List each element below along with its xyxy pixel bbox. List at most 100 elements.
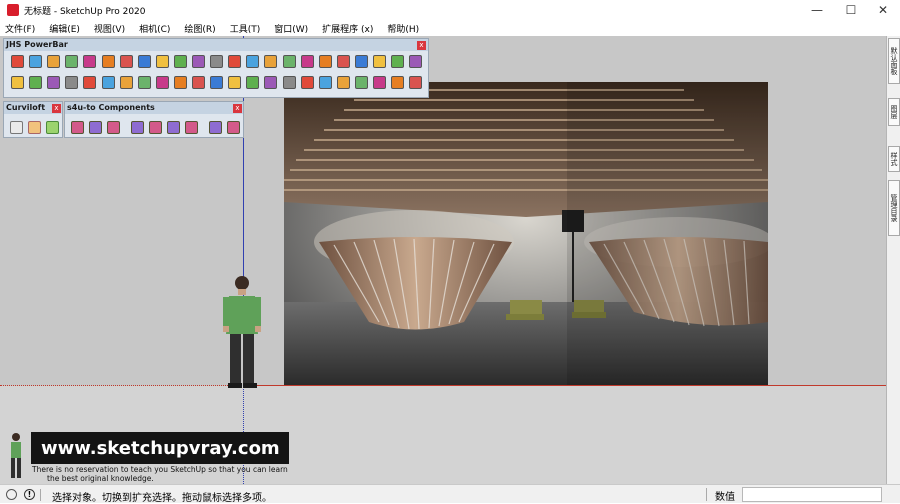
weld-icon[interactable] xyxy=(210,76,224,89)
rotate-icon[interactable] xyxy=(11,76,24,89)
loop-icon[interactable] xyxy=(391,76,405,89)
status-message: 选择对象。切换到扩充选择。拖动鼠标选择多项。 xyxy=(52,493,272,504)
move-icon[interactable] xyxy=(336,55,350,68)
copy-icon[interactable] xyxy=(119,76,133,89)
select-icon[interactable] xyxy=(155,76,169,89)
component-replace-icon[interactable] xyxy=(89,121,102,134)
mirror-icon[interactable] xyxy=(354,55,368,68)
component-align-icon[interactable] xyxy=(131,121,144,134)
toolbar-close-button[interactable]: x xyxy=(417,41,426,50)
sketchup-app-icon xyxy=(7,4,19,16)
spline-icon[interactable] xyxy=(264,55,278,68)
block-icon[interactable] xyxy=(318,76,332,89)
measurements-label: 数值 xyxy=(715,492,735,503)
tray-tab-manage[interactable]: 管理目录 xyxy=(888,180,900,236)
jhs-powerbar-toolbar: JHS PowerBar x xyxy=(3,38,429,98)
minimize-button[interactable]: — xyxy=(800,0,834,20)
curve-icon[interactable] xyxy=(246,55,260,68)
offset-icon[interactable] xyxy=(29,55,43,68)
push-pull-icon[interactable] xyxy=(11,55,24,68)
panel-icon[interactable] xyxy=(300,76,314,89)
frame-icon[interactable] xyxy=(173,55,187,68)
flatten-icon[interactable] xyxy=(65,55,79,68)
clear-icon[interactable] xyxy=(173,76,187,89)
person-scale-figure[interactable] xyxy=(218,274,268,392)
status-bar: ! 选择对象。切换到扩充选择。拖动鼠标选择多项。 数值 xyxy=(0,484,900,504)
tray-tab-layers[interactable]: 图层 xyxy=(888,98,900,126)
component-rotate-icon[interactable] xyxy=(185,121,198,134)
knot-icon[interactable] xyxy=(228,76,242,89)
toolbar-close-button[interactable]: x xyxy=(52,104,61,113)
stretch-icon[interactable] xyxy=(228,55,242,68)
toolbar-close-button[interactable]: x xyxy=(233,104,242,113)
component-scatter-icon[interactable] xyxy=(107,121,120,134)
grid-icon[interactable] xyxy=(318,55,332,68)
menu-edit[interactable]: 编辑(E) xyxy=(49,22,80,35)
array-icon[interactable] xyxy=(373,55,386,68)
toolbar-title: JHS PowerBar xyxy=(6,40,68,49)
link-icon[interactable] xyxy=(373,76,386,89)
menu-bar: 文件(F) 编辑(E) 视图(V) 相机(C) 绘图(R) 工具(T) 窗口(W… xyxy=(0,20,900,36)
attach-icon[interactable] xyxy=(83,76,97,89)
section-icon[interactable] xyxy=(282,76,296,89)
shift-icon[interactable] xyxy=(282,55,296,68)
modeling-viewport[interactable]: JHS PowerBar x Curviloft x s4u-to Compon… xyxy=(0,36,886,484)
zigzag-icon[interactable] xyxy=(210,55,224,68)
geo-location-icon[interactable] xyxy=(6,489,17,500)
refresh-icon[interactable] xyxy=(29,76,43,89)
scale-icon[interactable] xyxy=(101,76,115,89)
skin-icon[interactable] xyxy=(28,121,41,134)
component-sort-icon[interactable] xyxy=(149,121,162,134)
arc-icon[interactable] xyxy=(409,55,423,68)
loft-along-path-icon[interactable] xyxy=(46,121,59,134)
warning-icon[interactable] xyxy=(391,55,405,68)
maximize-button[interactable]: ☐ xyxy=(834,0,868,20)
red-axis-negative xyxy=(0,385,244,386)
pipe-icon[interactable] xyxy=(192,55,205,68)
s4u-to-components-toolbar: s4u-to Components x xyxy=(64,101,244,138)
cut-icon[interactable] xyxy=(65,76,79,89)
watermark-url: www.sketchupvray.com xyxy=(41,438,280,459)
tile-icon[interactable] xyxy=(354,76,368,89)
red-axis xyxy=(244,385,886,386)
fill-icon[interactable] xyxy=(137,76,151,89)
explode-icon[interactable] xyxy=(47,76,61,89)
loft-icon[interactable] xyxy=(10,121,23,134)
tilt-icon[interactable] xyxy=(83,55,97,68)
interior-render-graphic xyxy=(284,82,768,385)
menu-tools[interactable]: 工具(T) xyxy=(230,22,261,35)
component-place-icon[interactable] xyxy=(167,121,180,134)
menu-camera[interactable]: 相机(C) xyxy=(139,22,170,35)
menu-window[interactable]: 窗口(W) xyxy=(274,22,308,35)
tray-tab-styles[interactable]: 样式 xyxy=(888,146,900,172)
status-divider xyxy=(706,488,707,501)
edge-icon[interactable] xyxy=(246,76,260,89)
component-merge-icon[interactable] xyxy=(227,121,240,134)
component-copy-icon[interactable] xyxy=(209,121,222,134)
face-icon[interactable] xyxy=(264,76,278,89)
split-icon[interactable] xyxy=(155,55,169,68)
window-title: 无标题 - SketchUp Pro 2020 xyxy=(24,7,146,17)
hatch-icon[interactable] xyxy=(336,76,350,89)
info-icon[interactable]: ! xyxy=(24,489,35,500)
extrude-icon[interactable] xyxy=(101,55,115,68)
drop-icon[interactable] xyxy=(119,55,133,68)
menu-extensions[interactable]: 扩展程序 (x) xyxy=(322,22,373,35)
smooth-icon[interactable] xyxy=(137,55,151,68)
measurements-input[interactable] xyxy=(742,487,882,502)
close-window-button[interactable]: ✕ xyxy=(866,0,900,20)
rendered-interior-image[interactable] xyxy=(284,82,768,385)
menu-help[interactable]: 帮助(H) xyxy=(387,22,419,35)
pattern-icon[interactable] xyxy=(192,76,205,89)
menu-draw[interactable]: 绘图(R) xyxy=(184,22,215,35)
menu-file[interactable]: 文件(F) xyxy=(5,22,35,35)
default-tray-panel: 默认面板 图层 样式 管理目录 xyxy=(886,36,900,484)
component-from-group-icon[interactable] xyxy=(71,121,84,134)
menu-view[interactable]: 视图(V) xyxy=(94,22,125,35)
status-divider xyxy=(40,489,41,501)
fold-icon[interactable] xyxy=(47,55,61,68)
toolbar-title: Curviloft xyxy=(6,103,46,112)
stack-icon[interactable] xyxy=(409,76,423,89)
tray-tab-default[interactable]: 默认面板 xyxy=(888,38,900,84)
gear-icon[interactable] xyxy=(300,55,314,68)
